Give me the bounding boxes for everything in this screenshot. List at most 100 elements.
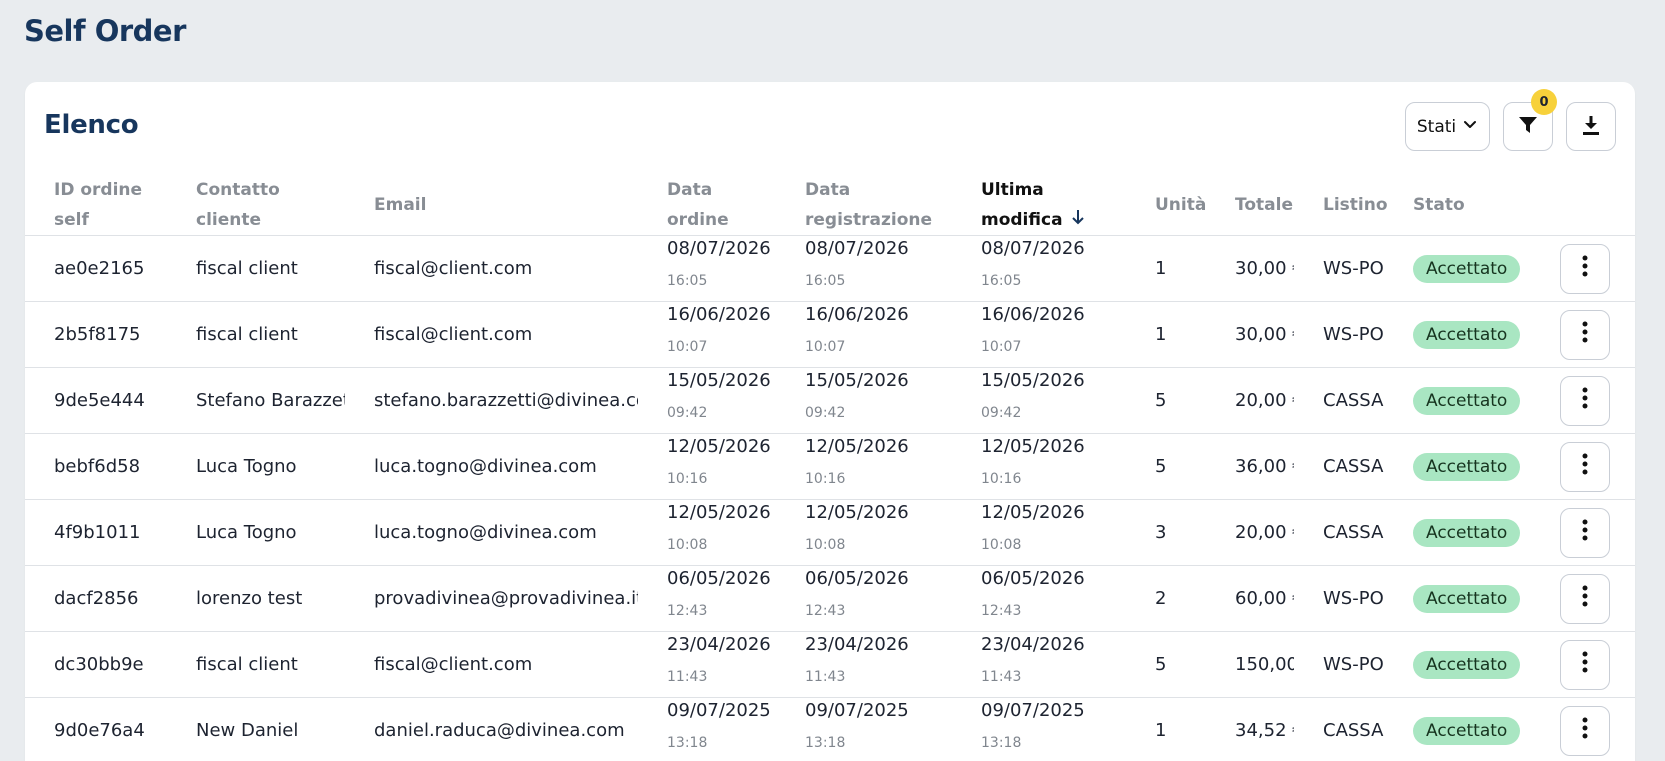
last-modified-date: 08/07/2026 [981,238,1085,259]
customer-email: luca.togno@divinea.com [345,433,638,500]
customer-email: daniel.raduca@divinea.com [345,697,638,761]
table-row[interactable]: dacf2856 lorenzo test provadivinea@provadi… [25,565,1635,632]
status-cell: Accettato [1384,367,1531,434]
customer-email: fiscal@client.com [345,301,638,368]
registration-time: 10:07 [805,339,846,355]
arrow-down-icon [1071,205,1085,235]
row-menu-button[interactable] [1560,375,1610,426]
last-modified-cell: 16/06/2026 10:07 [952,301,1126,368]
kebab-menu-icon [1582,387,1588,414]
order-date: 23/04/2026 [667,634,771,655]
total: 20,00 € [1206,499,1294,566]
row-menu-button[interactable] [1560,639,1610,690]
order-date: 06/05/2026 [667,568,771,589]
units: 1 [1126,697,1206,761]
status-badge: Accettato [1413,386,1521,415]
actions-cell [1531,565,1635,632]
header-registration-date[interactable]: Data registrazione [776,175,952,236]
customer-contact: fiscal client [167,631,345,698]
header-list[interactable]: Listino [1294,175,1388,236]
last-modified-cell: 15/05/2026 09:42 [952,367,1126,434]
order-date-cell: 12/05/2026 10:08 [638,499,776,566]
last-modified-time: 10:07 [981,339,1022,355]
header-actions [1531,175,1635,236]
price-list: WS-POS [1294,301,1384,368]
units: 5 [1126,631,1206,698]
units: 2 [1126,565,1206,632]
status-badge: Accettato [1413,254,1521,283]
registration-date-cell: 06/05/2026 12:43 [776,565,952,632]
order-date-cell: 09/07/2025 13:18 [638,697,776,761]
row-menu-button[interactable] [1560,507,1610,558]
header-contact[interactable]: Contatto cliente [167,175,345,236]
table-row[interactable]: 9de5e444Stefano Barazzettistefano.barazz… [25,367,1635,434]
order-time: 10:16 [667,471,708,487]
header-units[interactable]: Unità [1126,175,1206,236]
last-modified-date: 15/05/2026 [981,370,1085,391]
table-row[interactable]: 9d0e76a4 New Daniel daniel.raduca@divinea.… [25,697,1635,761]
table-row[interactable]: ae0e2165 fiscal client fiscal@client.com 08… [25,235,1635,302]
total: 30,00 € [1206,301,1294,368]
registration-time: 10:08 [805,537,846,553]
last-modified-time: 13:18 [981,735,1022,751]
customer-email: luca.togno@divinea.com [345,499,638,566]
header-email[interactable]: Email [345,175,638,236]
customer-email: stefano.barazzetti@divinea.com [345,367,638,434]
header-total[interactable]: Totale [1206,175,1294,236]
status-cell: Accettato [1384,433,1531,500]
last-modified-time: 09:42 [981,405,1022,421]
registration-date-cell: 15/05/2026 09:42 [776,367,952,434]
last-modified-date: 09/07/2025 [981,700,1085,721]
actions-cell [1531,433,1635,500]
download-icon [1580,114,1602,140]
row-menu-button[interactable] [1560,243,1610,294]
last-modified-cell: 06/05/2026 12:43 [952,565,1126,632]
header-last-modified[interactable]: Ultima modifica [952,175,1126,236]
registration-date-cell: 09/07/2025 13:18 [776,697,952,761]
registration-date: 06/05/2026 [805,568,909,589]
customer-contact: Stefano Barazzetti [167,367,345,434]
table-row[interactable]: bebf6d58 Luca Togno luca.togno@divinea.com… [25,433,1635,500]
status-badge: Accettato [1413,452,1521,481]
stati-dropdown[interactable]: Stati [1405,102,1490,151]
order-time: 09:42 [667,405,708,421]
order-time: 13:18 [667,735,708,751]
kebab-menu-icon [1582,519,1588,546]
row-menu-button[interactable] [1560,573,1610,624]
download-button[interactable] [1566,102,1616,151]
row-menu-button[interactable] [1560,705,1610,756]
table-row[interactable]: dc30bb9e fiscal client fiscal@client.com 23… [25,631,1635,698]
actions-cell [1531,301,1635,368]
table-row[interactable]: 4f9b1011 Luca Togno luca.togno@divinea.com… [25,499,1635,566]
last-modified-time: 16:05 [981,273,1022,289]
last-modified-cell: 23/04/2026 11:43 [952,631,1126,698]
last-modified-time: 12:43 [981,603,1022,619]
kebab-menu-icon [1582,453,1588,480]
row-menu-button[interactable] [1560,309,1610,360]
customer-contact: Luca Togno [167,499,345,566]
header-id[interactable]: ID ordine self [25,175,167,236]
filter-button[interactable]: 0 [1503,89,1557,151]
status-cell: Accettato [1384,301,1531,368]
units: 5 [1126,433,1206,500]
table-row[interactable]: 2b5f8175 fiscal client fiscal@client.com 16… [25,301,1635,368]
header-status[interactable]: Stato [1384,175,1531,236]
header-order-date[interactable]: Data ordine [638,175,776,236]
header-last-modified-label: Ultima modifica [981,180,1063,230]
customer-contact: lorenzo test [167,565,345,632]
registration-date: 12/05/2026 [805,436,909,457]
page-title: Self Order [24,14,186,48]
order-id: dc30bb9e [25,631,167,698]
kebab-menu-icon [1582,651,1588,678]
price-list: CASSALT [1294,367,1384,434]
chevron-down-icon [1462,116,1478,137]
registration-date: 16/06/2026 [805,304,909,325]
status-cell: Accettato [1384,499,1531,566]
order-date: 12/05/2026 [667,502,771,523]
registration-date: 08/07/2026 [805,238,909,259]
registration-date-cell: 08/07/2026 16:05 [776,235,952,302]
last-modified-date: 23/04/2026 [981,634,1085,655]
filter-icon [1517,114,1539,140]
row-menu-button[interactable] [1560,441,1610,492]
order-time: 16:05 [667,273,708,289]
